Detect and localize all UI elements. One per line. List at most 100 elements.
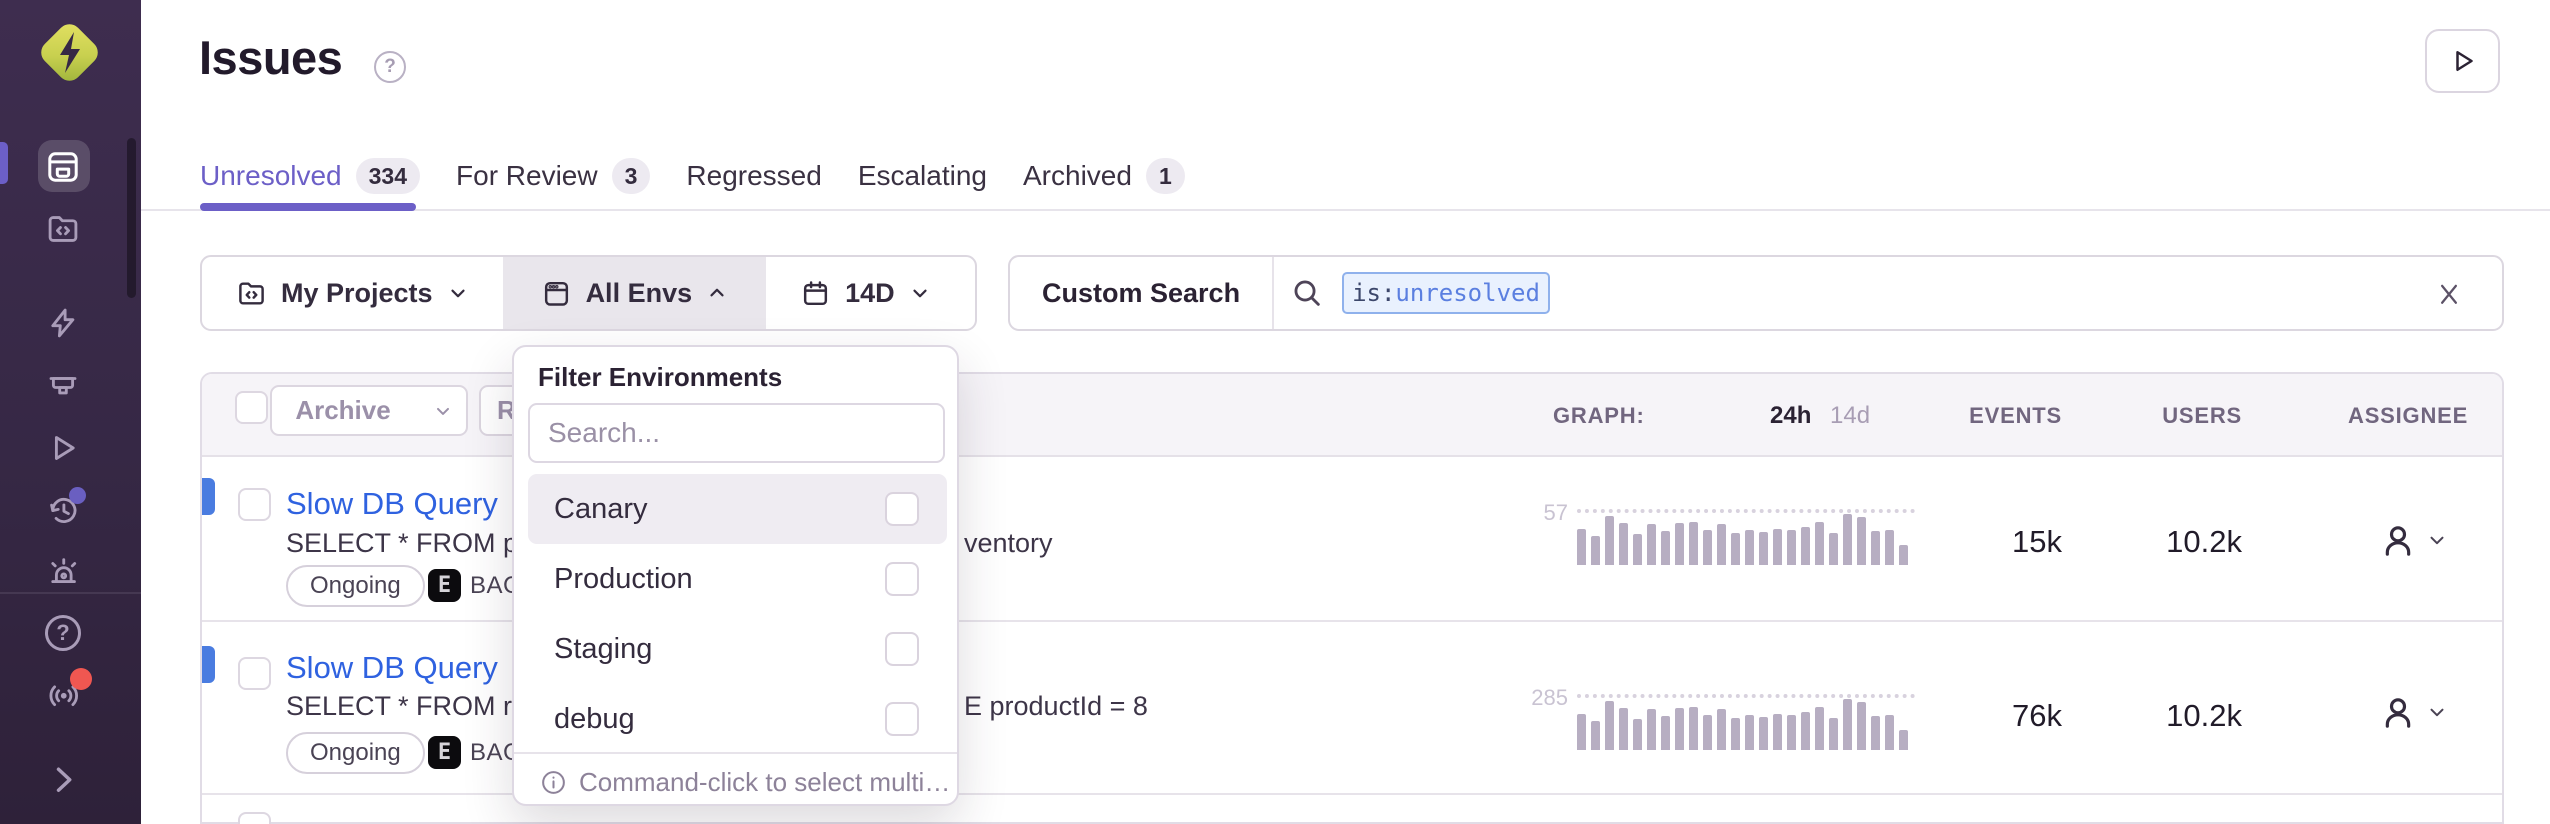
environment-search-input[interactable] (528, 403, 945, 463)
sparkline-bar (1857, 702, 1866, 750)
sidebar-item-whats-new[interactable] (44, 676, 82, 714)
sparkline-bar (1843, 699, 1852, 750)
tab-for-review[interactable]: For Review 3 (456, 158, 650, 194)
search-query-token[interactable]: is:unresolved (1342, 272, 1550, 314)
token-value: unresolved (1395, 279, 1540, 307)
sparkline-bar (1759, 532, 1768, 565)
sparkline-bar (1787, 530, 1796, 565)
clear-search-button[interactable] (2434, 279, 2464, 309)
sparkline-bar (1577, 529, 1586, 565)
sparkline-bar (1689, 522, 1698, 565)
column-users: USERS (2142, 403, 2242, 429)
tour-play-button[interactable] (2425, 29, 2500, 93)
archive-button-group: Archive (270, 385, 468, 436)
play-icon (2448, 46, 2478, 76)
sidebar-item-help[interactable]: ? (44, 614, 82, 652)
issue-title-link[interactable]: Slow DB Query (286, 486, 498, 522)
sidebar-item-issues[interactable] (44, 148, 82, 186)
sidebar-collapse-toggle[interactable] (44, 760, 82, 798)
tab-label: Archived (1023, 160, 1132, 192)
sparkline-bars (1577, 696, 1915, 750)
chevron-down-icon (2426, 701, 2448, 723)
sparkline-bar (1717, 524, 1726, 565)
tab-archived[interactable]: Archived 1 (1023, 158, 1185, 194)
sparkline-bar (1885, 530, 1894, 565)
chevron-down-icon (447, 282, 469, 304)
tab-unresolved[interactable]: Unresolved 334 (200, 158, 420, 194)
issues-page: ? Issues ? Unresolved (0, 0, 2550, 824)
assignee-selector[interactable] (2378, 692, 2448, 732)
sparkline-bar (1759, 717, 1768, 750)
environment-filter-button[interactable]: All Envs (503, 257, 767, 329)
sidebar-item-replays[interactable] (44, 429, 82, 467)
folder-code-icon (45, 211, 81, 247)
issue-state-tabs: Unresolved 334 For Review 3 Regressed Es… (200, 153, 1185, 199)
sidebar-item-performance[interactable] (44, 304, 82, 342)
env-option-production[interactable]: Production (528, 544, 947, 614)
tab-escalating[interactable]: Escalating (858, 160, 987, 192)
chevron-up-icon (706, 282, 728, 304)
assignee-selector[interactable] (2378, 520, 2448, 560)
env-option-checkbox[interactable] (885, 702, 919, 736)
sparkline-bar (1675, 708, 1684, 750)
env-option-label: debug (554, 703, 635, 736)
users-count: 10.2k (2132, 524, 2242, 560)
issue-search-bar: Custom Search is:unresolved (1008, 255, 2504, 331)
env-option-checkbox[interactable] (885, 562, 919, 596)
env-option-staging[interactable]: Staging (528, 614, 947, 684)
sparkline-bar (1899, 730, 1908, 750)
row-checkbox[interactable] (238, 657, 271, 690)
issue-title-link[interactable]: Slow DB Query (286, 650, 498, 686)
events-count: 76k (1952, 698, 2062, 734)
sparkline-bar (1689, 707, 1698, 750)
dropdown-footer-divider (514, 752, 957, 754)
projector-icon (45, 368, 81, 404)
graph-range-14d[interactable]: 14d (1830, 402, 1870, 430)
row-checkbox[interactable] (238, 812, 271, 824)
sparkline-bar (1829, 718, 1838, 750)
row-checkbox[interactable] (238, 488, 271, 521)
select-all-checkbox[interactable] (235, 391, 268, 424)
status-badge: Ongoing (286, 565, 425, 607)
env-option-canary[interactable]: Canary (528, 474, 947, 544)
platform-icon: E (428, 569, 461, 602)
sparkline-bar (1661, 531, 1670, 565)
app-logo[interactable] (34, 12, 106, 92)
project-filter-button[interactable]: My Projects (202, 257, 503, 329)
sparkline-bar (1577, 714, 1586, 750)
page-filter-bar: My Projects All Envs 14D (200, 255, 977, 331)
calendar-icon (800, 278, 831, 309)
sparkline-bar (1787, 715, 1796, 750)
sparkline-bar (1745, 715, 1754, 750)
sparkline-bar (1591, 721, 1600, 750)
sidebar-item-releases[interactable] (44, 367, 82, 405)
sidebar-item-alerts[interactable] (44, 553, 82, 591)
page-help-icon[interactable]: ? (374, 51, 406, 83)
sparkline-bar (1731, 718, 1740, 750)
sparkline-bar (1801, 527, 1810, 565)
env-option-checkbox[interactable] (885, 492, 919, 526)
env-option-debug[interactable]: debug (528, 684, 947, 754)
sidebar-item-projects[interactable] (44, 210, 82, 248)
sparkline-bar (1745, 530, 1754, 565)
chevron-down-icon (433, 401, 453, 421)
notification-dot-red (70, 668, 92, 690)
sparkline-bar (1661, 716, 1670, 750)
archive-button[interactable]: Archive (269, 395, 416, 426)
app-logo-icon (34, 12, 106, 92)
sidebar-section-divider (0, 592, 141, 594)
graph-range-24h[interactable]: 24h (1770, 402, 1811, 430)
sparkline-bar (1857, 517, 1866, 565)
sidebar-scrollbar-thumb[interactable] (127, 138, 136, 298)
date-range-filter-button[interactable]: 14D (766, 257, 965, 329)
archive-dropdown-button[interactable] (417, 401, 469, 421)
env-option-checkbox[interactable] (885, 632, 919, 666)
sparkline-bar (1717, 709, 1726, 750)
env-option-label: Staging (554, 633, 652, 666)
column-graph: GRAPH: (1553, 403, 1645, 429)
sparkline-bar (1815, 522, 1824, 565)
custom-search-label[interactable]: Custom Search (1010, 278, 1272, 309)
sparkline-bar (1871, 531, 1880, 565)
sidebar-item-stats[interactable] (44, 491, 82, 529)
tab-regressed[interactable]: Regressed (686, 160, 821, 192)
